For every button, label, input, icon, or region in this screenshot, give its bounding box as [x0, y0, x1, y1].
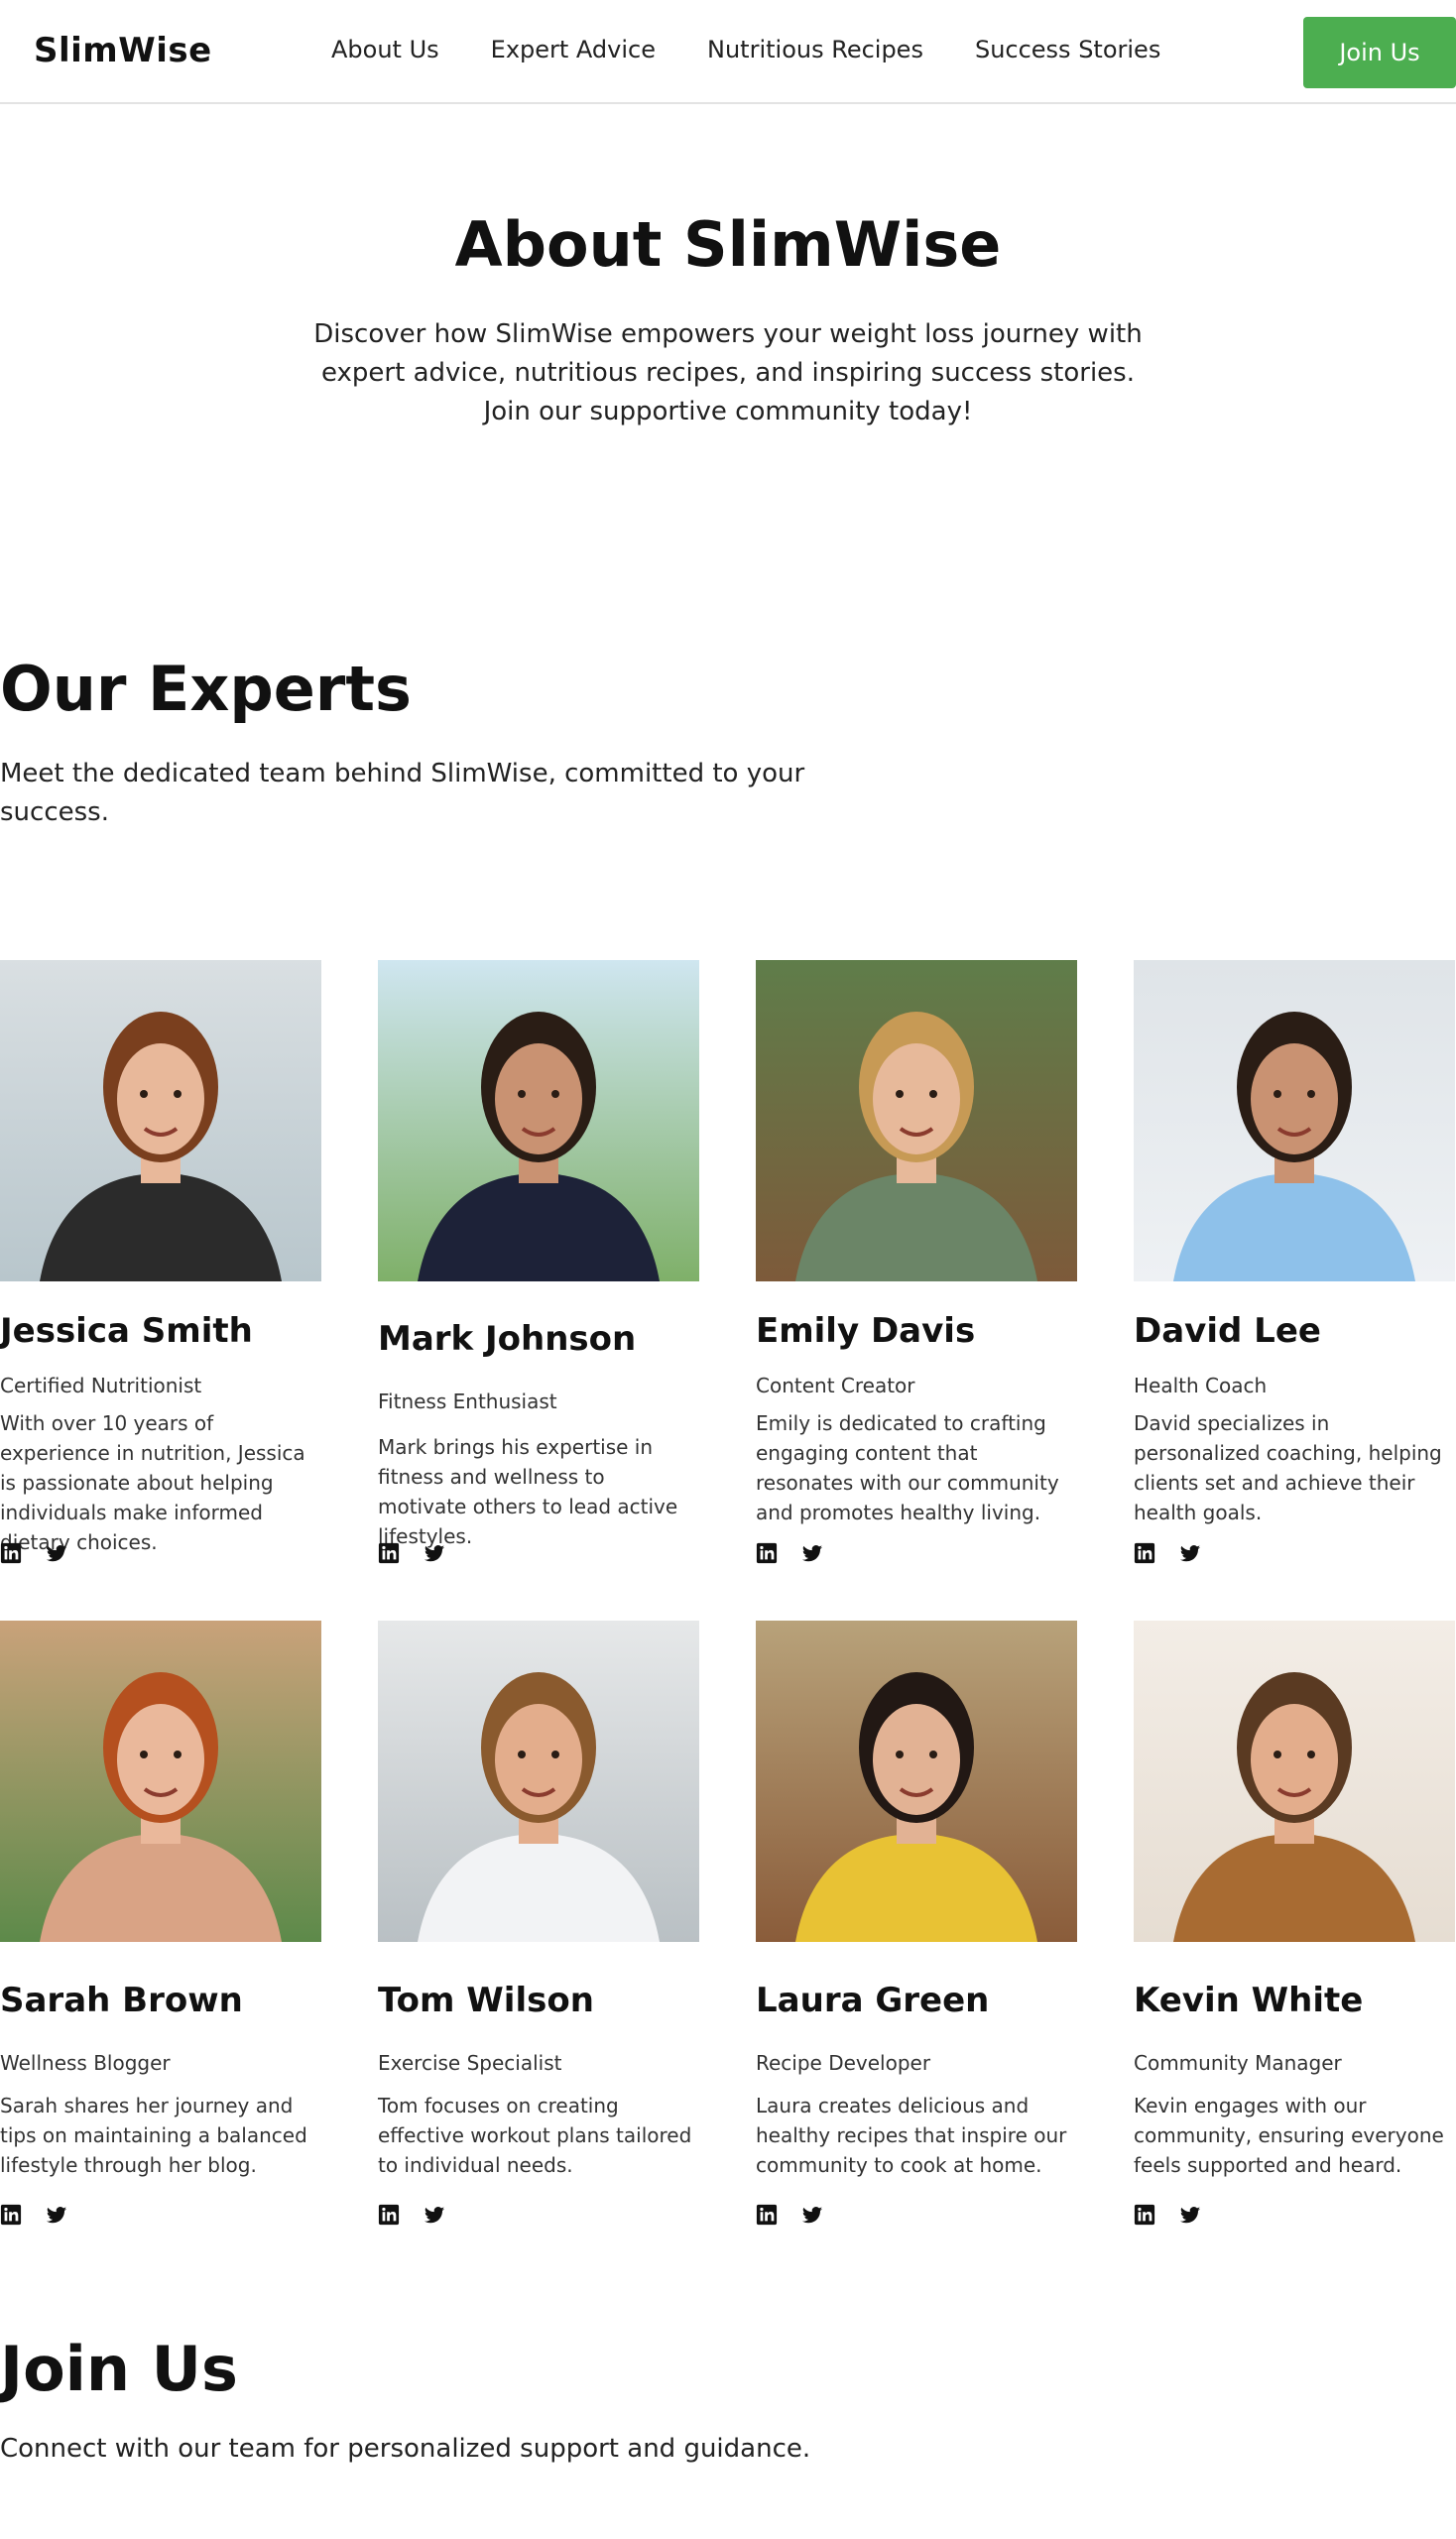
expert-name: Sarah Brown [0, 1981, 243, 2020]
expert-card-emily-davis: Emily Davis Content Creator Emily is ded… [756, 960, 1077, 1564]
nav-link-expert-advice[interactable]: Expert Advice [491, 36, 656, 63]
expert-card-sarah-brown: Sarah Brown Wellness Blogger Sarah share… [0, 1621, 321, 2226]
expert-card-mark-johnson: Mark Johnson Fitness Enthusiast Mark bri… [378, 960, 699, 1564]
expert-role: Fitness Enthusiast [378, 1390, 557, 1413]
expert-role: Health Coach [1134, 1374, 1268, 1397]
expert-card-jessica-smith: Jessica Smith Certified Nutritionist Wit… [0, 960, 321, 1564]
portrait-illustration [1134, 960, 1455, 1281]
site-logo[interactable]: SlimWise [34, 31, 212, 70]
expert-name: Jessica Smith [0, 1311, 253, 1351]
hero-description: Discover how SlimWise empowers your weig… [313, 319, 1143, 426]
join-us-button[interactable]: Join Us [1303, 17, 1456, 88]
expert-name: David Lee [1134, 1311, 1321, 1351]
portrait-illustration [0, 1621, 321, 1942]
linkedin-icon[interactable] [1134, 2204, 1155, 2226]
expert-bio: Mark brings his expertise in fitness and… [378, 1435, 678, 1548]
expert-name: Kevin White [1134, 1981, 1364, 2020]
expert-social-links [378, 1542, 445, 1564]
experts-description: Meet the dedicated team behind SlimWise,… [0, 759, 805, 827]
linkedin-icon[interactable] [0, 1542, 22, 1564]
portrait-illustration [756, 1621, 1077, 1942]
expert-role: Certified Nutritionist [0, 1374, 202, 1397]
twitter-icon[interactable] [801, 1542, 823, 1564]
main-nav: About Us Expert Advice Nutritious Recipe… [331, 36, 1160, 63]
expert-bio: Sarah shares her journey and tips on mai… [0, 2094, 307, 2177]
portrait-illustration [378, 960, 699, 1281]
experts-title: Our Experts [0, 653, 412, 725]
expert-photo [0, 1621, 321, 1942]
expert-social-links [756, 1542, 823, 1564]
expert-role: Community Manager [1134, 2051, 1342, 2075]
nav-link-about-us[interactable]: About Us [331, 36, 439, 63]
expert-card-laura-green: Laura Green Recipe Developer Laura creat… [756, 1621, 1077, 2226]
twitter-icon[interactable] [424, 2204, 445, 2226]
hero-title: About SlimWise [454, 208, 1002, 281]
join-description: Connect with our team for personalized s… [0, 2434, 811, 2464]
portrait-illustration [1134, 1621, 1455, 1942]
linkedin-icon[interactable] [0, 2204, 22, 2226]
expert-name: Mark Johnson [378, 1319, 637, 1359]
expert-photo [756, 960, 1077, 1281]
expert-social-links [756, 2204, 823, 2226]
portrait-illustration [0, 960, 321, 1281]
expert-role: Content Creator [756, 1374, 915, 1397]
expert-card-tom-wilson: Tom Wilson Exercise Specialist Tom focus… [378, 1621, 699, 2226]
expert-bio: Laura creates delicious and healthy reci… [756, 2094, 1067, 2177]
twitter-icon[interactable] [801, 2204, 823, 2226]
expert-photo [0, 960, 321, 1281]
expert-photo [1134, 960, 1455, 1281]
expert-role: Exercise Specialist [378, 2051, 562, 2075]
expert-photo [1134, 1621, 1455, 1942]
expert-bio: With over 10 years of experience in nutr… [0, 1411, 305, 1554]
linkedin-icon[interactable] [756, 1542, 778, 1564]
join-title: Join Us [0, 2333, 238, 2405]
expert-name: Tom Wilson [378, 1981, 594, 2020]
expert-photo [378, 960, 699, 1281]
twitter-icon[interactable] [424, 1542, 445, 1564]
portrait-illustration [756, 960, 1077, 1281]
expert-social-links [1134, 2204, 1201, 2226]
twitter-icon[interactable] [46, 2204, 67, 2226]
expert-bio: David specializes in personalized coachi… [1134, 1411, 1442, 1524]
nav-link-nutritious-recipes[interactable]: Nutritious Recipes [707, 36, 923, 63]
expert-social-links [0, 1542, 67, 1564]
linkedin-icon[interactable] [378, 2204, 400, 2226]
expert-social-links [1134, 1542, 1201, 1564]
expert-name: Emily Davis [756, 1311, 976, 1351]
nav-link-success-stories[interactable]: Success Stories [975, 36, 1160, 63]
expert-photo [378, 1621, 699, 1942]
expert-card-kevin-white: Kevin White Community Manager Kevin enga… [1134, 1621, 1455, 2226]
expert-card-david-lee: David Lee Health Coach David specializes… [1134, 960, 1455, 1564]
expert-bio: Kevin engages with our community, ensuri… [1134, 2094, 1444, 2177]
site-header: SlimWise About Us Expert Advice Nutritio… [0, 0, 1456, 104]
expert-social-links [0, 2204, 67, 2226]
expert-bio: Emily is dedicated to crafting engaging … [756, 1411, 1059, 1524]
expert-photo [756, 1621, 1077, 1942]
expert-name: Laura Green [756, 1981, 990, 2020]
portrait-illustration [378, 1621, 699, 1942]
linkedin-icon[interactable] [756, 2204, 778, 2226]
linkedin-icon[interactable] [1134, 1542, 1155, 1564]
expert-role: Recipe Developer [756, 2051, 931, 2075]
linkedin-icon[interactable] [378, 1542, 400, 1564]
twitter-icon[interactable] [46, 1542, 67, 1564]
expert-role: Wellness Blogger [0, 2051, 171, 2075]
expert-bio: Tom focuses on creating effective workou… [378, 2094, 692, 2177]
twitter-icon[interactable] [1179, 2204, 1201, 2226]
expert-social-links [378, 2204, 445, 2226]
twitter-icon[interactable] [1179, 1542, 1201, 1564]
